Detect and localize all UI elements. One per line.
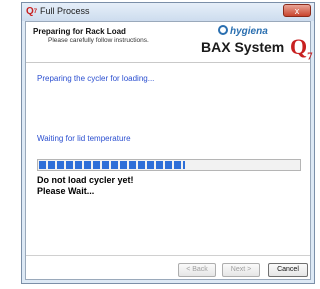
wizard-content: Preparing for Rack Load Please carefully… bbox=[25, 21, 313, 280]
title-bar[interactable]: Q7 Full Process x bbox=[22, 3, 314, 21]
q7-logo: Q7 bbox=[290, 34, 313, 63]
hygiena-mark-icon bbox=[218, 25, 228, 35]
footer-divider bbox=[26, 255, 310, 256]
hygiena-logo: hygiena bbox=[218, 25, 268, 37]
next-button[interactable]: Next > bbox=[222, 263, 260, 277]
app-icon: Q7 bbox=[26, 6, 38, 17]
page-title: Preparing for Rack Load bbox=[33, 27, 126, 36]
full-process-window: Q7 Full Process x Preparing for Rack Loa… bbox=[21, 2, 315, 284]
status-message: Preparing the cycler for loading... bbox=[37, 74, 155, 83]
wizard-header: Preparing for Rack Load Please carefully… bbox=[26, 22, 313, 63]
step-message: Waiting for lid temperature bbox=[37, 134, 131, 143]
window-title: Full Process bbox=[40, 6, 90, 16]
progress-fill bbox=[39, 161, 185, 169]
warning-text: Do not load cycler yet! bbox=[37, 175, 134, 185]
wait-text: Please Wait... bbox=[37, 186, 95, 196]
bax-system-logo: BAX System bbox=[201, 39, 285, 55]
close-button[interactable]: x bbox=[283, 4, 311, 17]
cancel-button[interactable]: Cancel bbox=[268, 263, 308, 277]
page-subtitle: Please carefully follow instructions. bbox=[48, 37, 149, 44]
back-button[interactable]: < Back bbox=[178, 263, 216, 277]
progress-bar bbox=[37, 159, 301, 171]
